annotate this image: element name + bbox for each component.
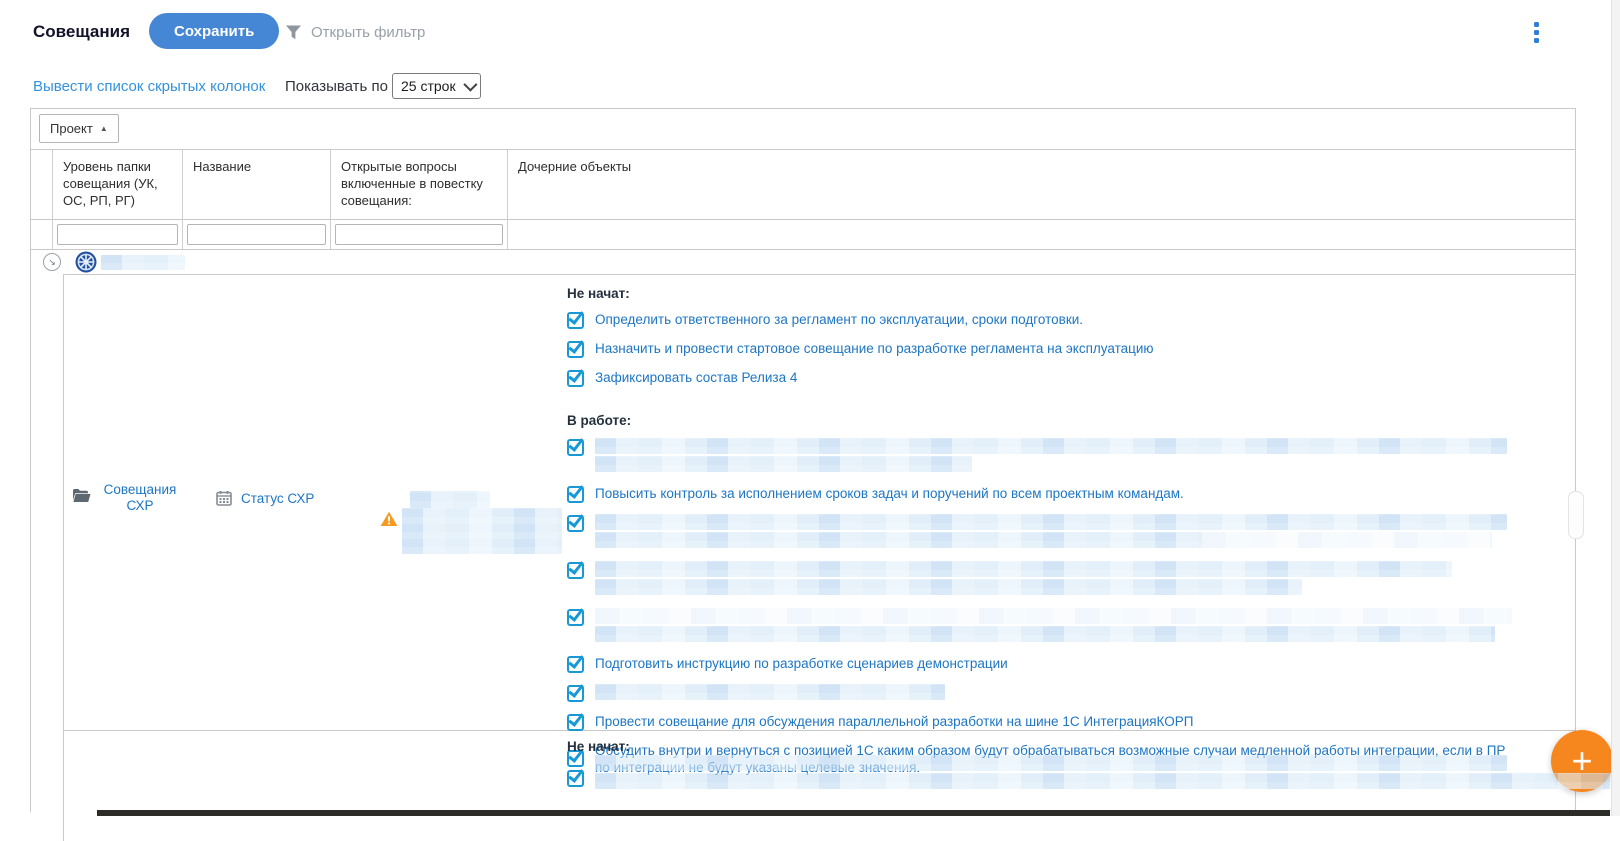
open-questions-cell bbox=[380, 481, 562, 554]
checked-task-icon[interactable] bbox=[567, 562, 584, 579]
agenda-item: Назначить и провести стартовое совещание… bbox=[567, 340, 1525, 358]
checked-task-icon[interactable] bbox=[567, 439, 584, 456]
agenda-item-link[interactable]: Назначить и провести стартовое совещание… bbox=[595, 340, 1154, 357]
checked-task-icon[interactable] bbox=[567, 609, 584, 626]
checked-task-icon[interactable] bbox=[567, 770, 584, 787]
folder-level-cell: Совещания СХР bbox=[72, 482, 194, 514]
meeting-row: Совещания СХР Статус СХР bbox=[64, 275, 1575, 731]
open-filter-label: Открыть фильтр bbox=[311, 24, 425, 41]
show-hidden-columns-link[interactable]: Вывести список скрытых колонок bbox=[33, 78, 265, 95]
horizontal-scrollbar-thumb[interactable] bbox=[97, 810, 1610, 816]
chevron-down-icon bbox=[463, 78, 477, 92]
status-group-label: В работе: bbox=[567, 413, 1525, 428]
funnel-icon bbox=[285, 24, 302, 41]
filter-folder-level-input[interactable] bbox=[57, 224, 178, 245]
agenda-item-link[interactable]: Зафиксировать состав Релиза 4 bbox=[595, 369, 797, 386]
checked-task-icon[interactable] bbox=[567, 370, 584, 387]
sort-asc-icon[interactable]: ▲ bbox=[100, 124, 108, 133]
kebab-menu-icon[interactable] bbox=[1527, 22, 1545, 46]
filter-name-input[interactable] bbox=[187, 224, 326, 245]
page-size-select[interactable]: 25 строк bbox=[392, 73, 481, 99]
agenda-item: Определить ответственного за регламент п… bbox=[567, 311, 1525, 329]
agenda-item-censored bbox=[567, 561, 1525, 597]
checked-task-icon[interactable] bbox=[567, 656, 584, 673]
checked-task-icon[interactable] bbox=[567, 341, 584, 358]
filter-open-questions-input[interactable] bbox=[335, 224, 503, 245]
status-group-label: Не начат: bbox=[567, 739, 1575, 754]
agenda-item: Зафиксировать состав Релиза 4 bbox=[567, 369, 1525, 387]
checked-task-icon[interactable] bbox=[567, 486, 584, 503]
agenda-item-censored bbox=[567, 438, 1525, 474]
meetings-table: Проект ▲ Уровень папки совещания (УК, ОС… bbox=[30, 108, 1576, 812]
expand-circle-arrow-icon[interactable]: ↘ bbox=[43, 253, 61, 271]
folder-level-link[interactable]: Совещания СХР bbox=[98, 482, 182, 514]
page-size-label: Показывать по bbox=[285, 78, 388, 95]
calendar-icon bbox=[216, 490, 232, 506]
window-scrollbar-track[interactable] bbox=[1611, 0, 1620, 816]
checked-task-icon[interactable] bbox=[567, 515, 584, 532]
checked-task-icon[interactable] bbox=[567, 685, 584, 702]
checked-task-icon[interactable] bbox=[567, 312, 584, 329]
name-cell: Статус СХР bbox=[216, 490, 314, 506]
header-children: Дочерние объекты bbox=[508, 150, 1575, 219]
save-button[interactable]: Сохранить bbox=[149, 13, 279, 49]
children-objects-cell: Не начат: Определить ответственного за р… bbox=[567, 286, 1525, 787]
meeting-name-link[interactable]: Статус СХР bbox=[241, 491, 314, 506]
open-filter-button[interactable]: Открыть фильтр bbox=[285, 24, 425, 41]
status-group-label: Не начат: bbox=[567, 286, 1525, 301]
agenda-item-link[interactable]: Провести совещание для обсуждения паралл… bbox=[595, 713, 1193, 730]
agenda-item-censored bbox=[567, 684, 1525, 702]
censored-next-row-content bbox=[595, 755, 1610, 791]
agenda-item-censored bbox=[567, 514, 1525, 550]
pinwheel-logo-icon bbox=[75, 251, 97, 273]
agenda-item: Провести совещание для обсуждения паралл… bbox=[567, 713, 1525, 731]
table-vertical-scrollbar-thumb[interactable] bbox=[1568, 491, 1584, 539]
group-by-row: Проект ▲ bbox=[31, 109, 1575, 150]
header-folder-level: Уровень папки совещания (УК, ОС, РП, РГ) bbox=[53, 150, 183, 219]
warning-triangle-icon bbox=[380, 511, 398, 554]
censored-project-name bbox=[101, 255, 185, 270]
page-size-value: 25 строк bbox=[401, 78, 456, 94]
checked-task-icon[interactable] bbox=[567, 714, 584, 731]
agenda-item: Повысить контроль за исполнением сроков … bbox=[567, 485, 1525, 503]
page-title: Совещания bbox=[33, 22, 130, 42]
agenda-item: Подготовить инструкцию по разработке сце… bbox=[567, 655, 1525, 673]
agenda-item-censored bbox=[567, 608, 1525, 644]
agenda-item-link[interactable]: Повысить контроль за исполнением сроков … bbox=[595, 485, 1184, 502]
filter-row bbox=[31, 220, 1575, 250]
header-open-questions: Открытые вопросы включенные в повестку с… bbox=[331, 150, 508, 219]
agenda-item-link[interactable]: Определить ответственного за регламент п… bbox=[595, 311, 1083, 328]
table-header-row: Уровень папки совещания (УК, ОС, РП, РГ)… bbox=[31, 150, 1575, 220]
project-group-row: ↘ bbox=[31, 250, 1575, 274]
open-folder-icon bbox=[72, 488, 91, 514]
agenda-item-link[interactable]: Подготовить инструкцию по разработке сце… bbox=[595, 655, 1008, 672]
header-name: Название bbox=[183, 150, 331, 219]
meetings-page: Совещания Сохранить Открыть фильтр Вывес… bbox=[0, 0, 1620, 816]
censored-open-questions bbox=[402, 491, 562, 554]
header-expander-column bbox=[31, 150, 53, 219]
group-by-project-button[interactable]: Проект ▲ bbox=[39, 114, 119, 143]
